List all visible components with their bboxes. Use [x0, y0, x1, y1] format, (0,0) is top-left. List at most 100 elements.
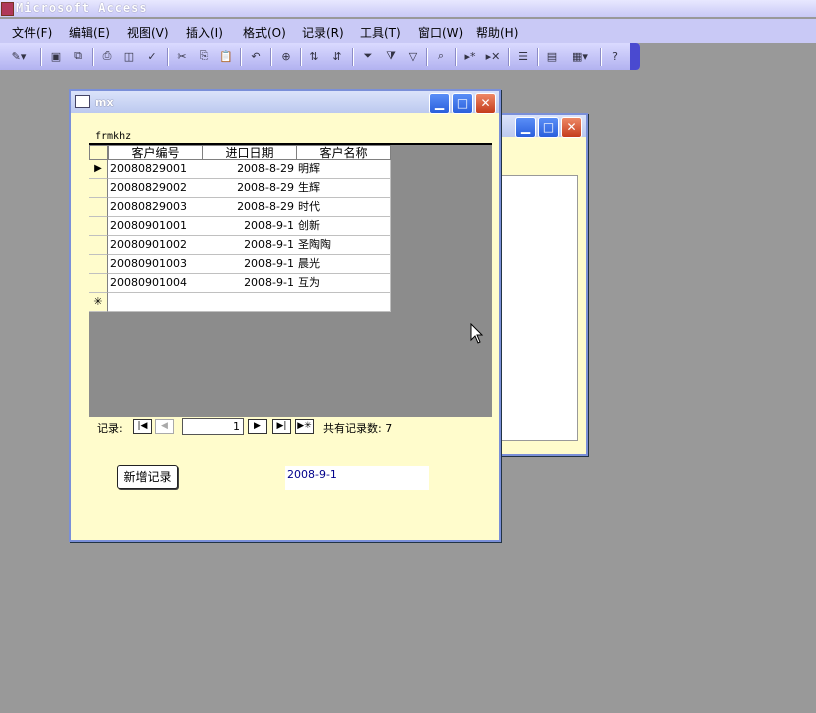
- datasheet-corner[interactable]: [89, 145, 108, 160]
- record-selector[interactable]: [89, 217, 108, 236]
- toolbar-separator: [600, 48, 602, 66]
- previous-record-icon[interactable]: ◀: [155, 419, 174, 434]
- toolbar-separator: [270, 48, 272, 66]
- cell-customer-id[interactable]: 20080901004: [108, 274, 203, 293]
- first-record-icon[interactable]: |◀: [133, 419, 152, 434]
- menu-edit[interactable]: 编辑(E): [69, 24, 110, 41]
- spelling-icon[interactable]: ✓: [144, 48, 160, 64]
- cell-customer-name[interactable]: 创新: [296, 217, 391, 236]
- new-record-indicator-icon[interactable]: ✳: [89, 293, 108, 312]
- menu-format[interactable]: 格式(O): [243, 24, 286, 41]
- cell-customer-name[interactable]: [296, 293, 391, 312]
- cell-date[interactable]: 2008-9-1: [202, 217, 297, 236]
- copy-icon[interactable]: ⎘: [196, 48, 212, 64]
- new-record-nav-icon[interactable]: ▶✳: [295, 419, 314, 434]
- sort-desc-icon[interactable]: ⇵: [329, 48, 345, 64]
- column-header-customer-id[interactable]: 客户编号: [108, 145, 203, 160]
- toolbar-separator: [352, 48, 354, 66]
- mouse-cursor-icon: [470, 323, 484, 344]
- toolbar-separator: [537, 48, 539, 66]
- menu-insert[interactable]: 插入(I): [186, 24, 223, 41]
- menu-file[interactable]: 文件(F): [12, 24, 52, 41]
- minimize-icon[interactable]: ▁: [429, 93, 450, 114]
- current-record-indicator-icon[interactable]: ▶: [89, 160, 108, 179]
- cell-date[interactable]: 2008-9-1: [202, 255, 297, 274]
- toolbar-separator: [300, 48, 302, 66]
- toolbar-separator: [455, 48, 457, 66]
- record-selector[interactable]: [89, 198, 108, 217]
- cell-customer-id[interactable]: 20080829002: [108, 179, 203, 198]
- cell-customer-name[interactable]: 互为: [296, 274, 391, 293]
- cell-customer-id[interactable]: 20080829001: [108, 160, 203, 179]
- cut-icon[interactable]: ✂: [174, 48, 190, 64]
- cell-date[interactable]: 2008-8-29: [202, 179, 297, 198]
- last-record-icon[interactable]: ▶|: [272, 419, 291, 434]
- save-icon[interactable]: ▣: [48, 48, 64, 64]
- apply-filter-icon[interactable]: ▽: [405, 48, 421, 64]
- record-selector[interactable]: [89, 179, 108, 198]
- delete-record-icon[interactable]: ▸✕: [485, 48, 501, 64]
- properties-icon[interactable]: ☰: [515, 48, 531, 64]
- next-record-icon[interactable]: ▶: [248, 419, 267, 434]
- menu-view[interactable]: 视图(V): [127, 24, 169, 41]
- background-form-window[interactable]: ▁ □ ✕: [496, 113, 588, 456]
- cell-customer-name[interactable]: 生辉: [296, 179, 391, 198]
- column-header-date[interactable]: 进口日期: [202, 145, 297, 160]
- paste-icon[interactable]: 📋: [218, 48, 234, 64]
- toolbar: ✎▾ ▣ ⧉ ⎙ ◫ ✓ ✂ ⎘ 📋 ↶ ⊕ ⇅ ⇵ ⏷ ⧩ ▽ ⌕ ▸* ▸✕…: [0, 43, 640, 70]
- record-selector[interactable]: [89, 255, 108, 274]
- cell-date[interactable]: 2008-9-1: [202, 274, 297, 293]
- cell-date[interactable]: [202, 293, 297, 312]
- app-title-bar: Microsoft Access: [0, 0, 816, 17]
- cell-customer-id[interactable]: 20080901002: [108, 236, 203, 255]
- cell-customer-name[interactable]: 时代: [296, 198, 391, 217]
- sort-asc-icon[interactable]: ⇅: [306, 48, 322, 64]
- cell-customer-name[interactable]: 明辉: [296, 160, 391, 179]
- maximize-icon[interactable]: □: [452, 93, 473, 114]
- undo-icon[interactable]: ↶: [248, 48, 264, 64]
- filter-by-selection-icon[interactable]: ⏷: [360, 48, 376, 64]
- view-icon[interactable]: ✎▾: [6, 48, 32, 64]
- print-icon[interactable]: ⎙: [99, 48, 115, 64]
- cell-customer-id[interactable]: 20080901001: [108, 217, 203, 236]
- new-object-icon[interactable]: ▦▾: [566, 48, 594, 64]
- menu-help[interactable]: 帮助(H): [476, 24, 518, 41]
- close-icon[interactable]: ✕: [475, 93, 496, 114]
- new-record-icon[interactable]: ▸*: [462, 48, 478, 64]
- record-selector[interactable]: [89, 274, 108, 293]
- form-window-mx[interactable]: mx ▁ □ ✕ frmkhz 客户编号 进口日期 客户名称 ▶ 2008082…: [69, 89, 501, 542]
- date-textbox[interactable]: 2008-9-1: [285, 466, 429, 490]
- help-icon[interactable]: ?: [607, 48, 623, 64]
- menu-tools[interactable]: 工具(T): [360, 24, 401, 41]
- cell-date[interactable]: 2008-8-29: [202, 198, 297, 217]
- cell-customer-id[interactable]: 20080901003: [108, 255, 203, 274]
- toolbar-separator: [508, 48, 510, 66]
- app-title: Microsoft Access: [16, 1, 148, 15]
- cell-date[interactable]: 2008-8-29: [202, 160, 297, 179]
- find-icon[interactable]: ⌕: [433, 48, 449, 64]
- column-header-customer-name[interactable]: 客户名称: [296, 145, 391, 160]
- hyperlink-icon[interactable]: ⊕: [278, 48, 294, 64]
- cell-customer-name[interactable]: 晨光: [296, 255, 391, 274]
- search-file-icon[interactable]: ⧉: [70, 48, 86, 64]
- toolbar-separator: [240, 48, 242, 66]
- toolbar-separator: [426, 48, 428, 66]
- minimize-icon[interactable]: ▁: [515, 117, 536, 138]
- toolbar-separator: [167, 48, 169, 66]
- close-icon[interactable]: ✕: [561, 117, 582, 138]
- maximize-icon[interactable]: □: [538, 117, 559, 138]
- cell-customer-id[interactable]: 20080829003: [108, 198, 203, 217]
- record-selector[interactable]: [89, 236, 108, 255]
- database-window-icon[interactable]: ▤: [544, 48, 560, 64]
- print-preview-icon[interactable]: ◫: [121, 48, 137, 64]
- filter-by-form-icon[interactable]: ⧩: [383, 48, 399, 64]
- cell-date[interactable]: 2008-9-1: [202, 236, 297, 255]
- add-record-button[interactable]: 新增记录: [117, 465, 178, 489]
- cell-customer-name[interactable]: 圣陶陶: [296, 236, 391, 255]
- form-title: mx: [95, 96, 114, 109]
- record-number-input[interactable]: 1: [182, 418, 244, 435]
- cell-customer-id[interactable]: [108, 293, 203, 312]
- menu-records[interactable]: 记录(R): [302, 24, 344, 41]
- toolbar-options-chevron-icon[interactable]: [630, 43, 640, 70]
- menu-window[interactable]: 窗口(W): [418, 24, 463, 41]
